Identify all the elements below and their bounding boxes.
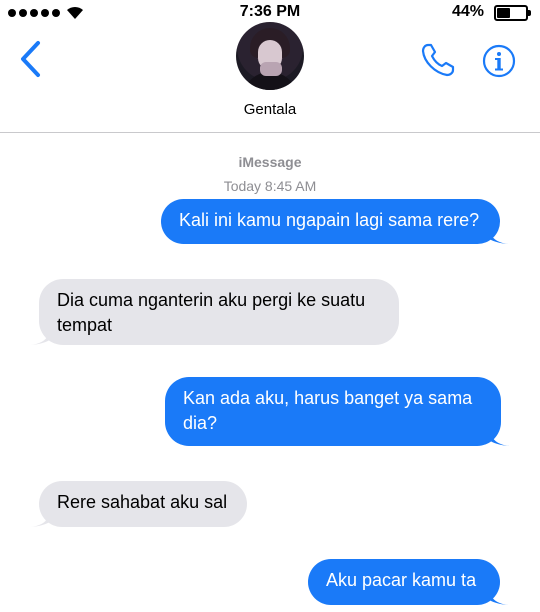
phone-icon[interactable]: [420, 42, 458, 78]
contact-name[interactable]: Gentala: [0, 101, 540, 118]
battery-nub: [528, 10, 531, 16]
status-bar: 7:36 PM 44%: [0, 0, 540, 26]
avatar-hand: [260, 62, 282, 76]
message-timestamp: Today 8:45 AM: [223, 178, 317, 194]
message-text: Aku pacar kamu ta: [326, 570, 477, 590]
back-chevron-icon[interactable]: [18, 40, 44, 78]
contact-avatar[interactable]: [236, 22, 304, 90]
message-text: Rere sahabat aku sal: [57, 492, 228, 512]
outgoing-message-bubble[interactable]: Kan ada aku, harus banget ya sama dia?: [165, 377, 509, 446]
battery-percent: 44%: [451, 3, 484, 20]
info-icon[interactable]: [482, 44, 516, 78]
incoming-message-bubble[interactable]: Rere sahabat aku sal: [31, 481, 247, 527]
service-label: iMessage: [238, 154, 302, 170]
bubble-tail: [488, 226, 508, 244]
bubble-tail: [31, 509, 51, 527]
message-text: Dia cuma nganterin aku pergi ke suatu te…: [57, 290, 366, 335]
message-text: Kan ada aku, harus banget ya sama dia?: [183, 388, 473, 433]
incoming-message-bubble[interactable]: Dia cuma nganterin aku pergi ke suatu te…: [31, 279, 399, 345]
bubble-tail: [31, 327, 51, 345]
battery-fill: [497, 8, 511, 18]
bubble-tail: [488, 587, 508, 605]
bubble-tail: [489, 428, 509, 446]
outgoing-message-bubble[interactable]: Kali ini kamu ngapain lagi sama rere?: [161, 199, 508, 244]
outgoing-message-bubble[interactable]: Aku pacar kamu ta: [308, 559, 508, 605]
battery-icon: [494, 5, 531, 21]
message-text: Kali ini kamu ngapain lagi sama rere?: [179, 210, 480, 230]
